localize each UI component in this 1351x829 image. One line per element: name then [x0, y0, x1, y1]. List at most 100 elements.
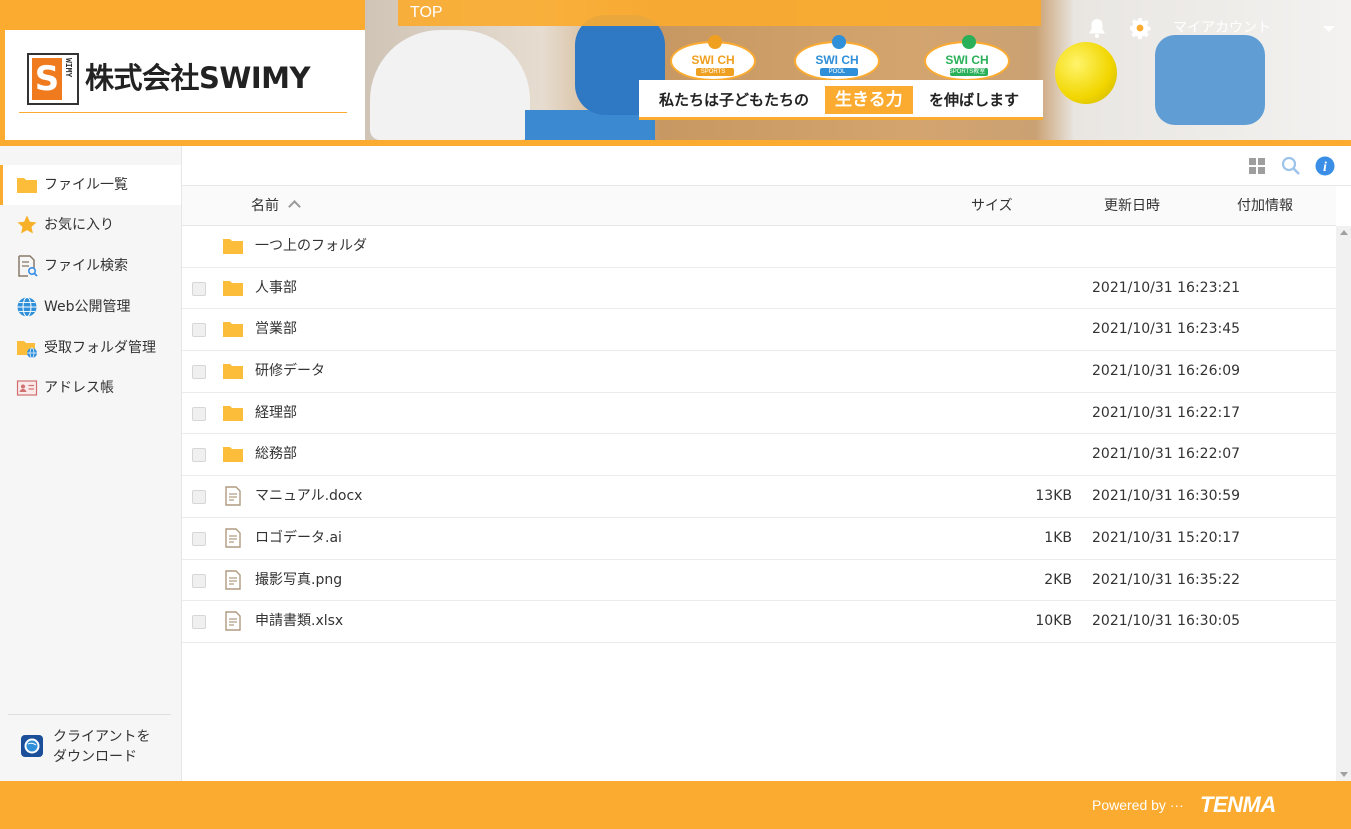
table-row[interactable]: 申請書類.xlsx 10KB 2021/10/31 16:30:05	[182, 601, 1336, 643]
logo-mark: S WIMY	[27, 53, 79, 105]
banner-photo-child	[1155, 35, 1265, 125]
scroll-down-arrow-icon[interactable]	[1340, 772, 1348, 777]
file-updated: 2021/10/31 16:22:07	[1092, 446, 1241, 463]
download-client-link[interactable]: クライアントを ダウンロード	[8, 714, 171, 780]
header: S WIMY 株式会社SWIMY TOP SWI CH SPORTS SWI C…	[0, 0, 1351, 146]
toolbar: i	[182, 146, 1351, 186]
row-checkbox[interactable]	[192, 573, 206, 588]
sidebar-item-web-publish[interactable]: Web公開管理	[0, 287, 181, 327]
column-header-name[interactable]: 名前	[251, 196, 279, 216]
file-name[interactable]: 撮影写真.png	[255, 570, 342, 590]
row-checkbox[interactable]	[192, 615, 206, 630]
row-checkbox[interactable]	[192, 531, 206, 546]
tenma-logo[interactable]: TENMA	[1200, 790, 1276, 820]
column-header-updated[interactable]: 更新日時	[1104, 196, 1160, 216]
sidebar-item-file-list[interactable]: ファイル一覧	[0, 165, 181, 205]
table-row[interactable]: 撮影写真.png 2KB 2021/10/31 16:35:22	[182, 560, 1336, 602]
file-name[interactable]: 研修データ	[255, 361, 325, 381]
table-row-parent-folder[interactable]: 一つ上のフォルダ	[182, 226, 1336, 268]
table-row[interactable]: 経理部 2021/10/31 16:22:17	[182, 393, 1336, 435]
globe-icon	[17, 297, 37, 317]
table-row[interactable]: ロゴデータ.ai 1KB 2021/10/31 15:20:17	[182, 518, 1336, 560]
file-list: 一つ上のフォルダ 人事部 2021/10/31 16:23:21 営業部 202…	[182, 226, 1336, 643]
grid-view-icon[interactable]	[1247, 156, 1267, 176]
file-list-panel: i 名前 サイズ 更新日時 付加情報 一つ上のフォルダ 人事部 2021/10/…	[182, 146, 1351, 781]
file-size: 10KB	[1035, 613, 1072, 630]
sidebar-item-label: ファイル一覧	[44, 177, 128, 193]
file-name[interactable]: 一つ上のフォルダ	[255, 236, 367, 256]
table-row[interactable]: 研修データ 2021/10/31 16:26:09	[182, 351, 1336, 393]
scroll-up-arrow-icon[interactable]	[1340, 230, 1348, 235]
chevron-down-icon[interactable]	[1323, 26, 1335, 32]
table-row[interactable]: マニュアル.docx 13KB 2021/10/31 16:30:59	[182, 476, 1336, 518]
document-icon	[225, 611, 241, 631]
file-updated: 2021/10/31 16:30:59	[1092, 488, 1241, 505]
sidebar-item-address-book[interactable]: アドレス帳	[0, 368, 181, 408]
footer: Powered by ··· TENMA	[0, 781, 1351, 829]
sidebar-item-file-search[interactable]: ファイル検索	[0, 246, 181, 286]
banner-photo-ball	[1055, 42, 1117, 104]
table-header: 名前 サイズ 更新日時 付加情報	[182, 186, 1336, 226]
table-row[interactable]: 総務部 2021/10/31 16:22:07	[182, 434, 1336, 477]
info-icon[interactable]: i	[1315, 156, 1335, 176]
gear-icon[interactable]	[1128, 16, 1152, 40]
table-row[interactable]: 人事部 2021/10/31 16:23:21	[182, 268, 1336, 310]
sidebar-item-label: 受取フォルダ管理	[44, 340, 156, 356]
search-icon[interactable]	[1281, 156, 1301, 176]
folder-icon	[223, 364, 243, 380]
file-updated: 2021/10/31 16:26:09	[1092, 363, 1241, 380]
row-checkbox[interactable]	[192, 448, 206, 463]
folder-icon	[17, 178, 37, 193]
document-icon	[225, 528, 241, 548]
row-checkbox[interactable]	[192, 323, 206, 338]
column-header-size[interactable]: サイズ	[971, 196, 1013, 216]
row-checkbox[interactable]	[192, 365, 206, 380]
row-checkbox[interactable]	[192, 406, 206, 421]
vertical-scrollbar[interactable]	[1336, 226, 1351, 781]
folder-icon	[223, 239, 243, 254]
sidebar-item-receive-folder[interactable]: 受取フォルダ管理	[0, 328, 181, 368]
logo-underline	[19, 112, 347, 113]
logo-vertical-text: WIMY	[64, 58, 73, 78]
file-updated: 2021/10/31 16:35:22	[1092, 571, 1241, 588]
file-updated: 2021/10/31 15:20:17	[1092, 529, 1241, 546]
switch-school-badge: SWI CH SPORTS教室	[924, 35, 1010, 81]
file-size: 2KB	[1044, 571, 1072, 588]
file-name[interactable]: 人事部	[255, 278, 297, 298]
sort-ascending-icon[interactable]	[288, 200, 301, 213]
breadcrumb-top[interactable]: TOP	[410, 3, 443, 23]
bell-icon[interactable]	[1085, 16, 1109, 40]
folder-icon	[223, 280, 243, 296]
file-name[interactable]: 申請書類.xlsx	[255, 611, 343, 631]
sidebar-item-label: アドレス帳	[44, 380, 114, 396]
sidebar-item-favorites[interactable]: お気に入り	[0, 205, 181, 245]
file-name[interactable]: 総務部	[255, 444, 297, 464]
account-menu[interactable]: マイアカウント	[1173, 18, 1271, 38]
document-icon	[225, 569, 241, 590]
svg-text:i: i	[1323, 160, 1327, 175]
company-name: 株式会社SWIMY	[85, 61, 311, 95]
file-size: 13KB	[1035, 488, 1072, 505]
file-name[interactable]: マニュアル.docx	[255, 486, 362, 506]
file-updated: 2021/10/31 16:22:17	[1092, 404, 1241, 421]
company-logo[interactable]: S WIMY 株式会社SWIMY	[5, 30, 365, 140]
file-search-icon	[18, 255, 38, 277]
sidebar-item-label: お気に入り	[44, 217, 114, 233]
file-name[interactable]: 経理部	[255, 403, 297, 423]
breadcrumb[interactable]: TOP	[398, 0, 1041, 26]
file-updated: 2021/10/31 16:23:21	[1092, 279, 1241, 296]
sidebar: ファイル一覧 お気に入り ファイル検索 Web公開管理 受取フォルダ管理 アドレ…	[0, 146, 182, 781]
powered-by-label: Powered by ···	[1092, 797, 1184, 813]
receive-folder-icon	[17, 341, 37, 359]
sidebar-item-label: Web公開管理	[44, 299, 131, 315]
switch-sports-badge: SWI CH SPORTS	[670, 35, 756, 81]
column-header-extra[interactable]: 付加情報	[1237, 196, 1293, 216]
switch-pool-badge: SWI CH POOL	[794, 35, 880, 81]
table-row[interactable]: 営業部 2021/10/31 16:23:45	[182, 309, 1336, 352]
file-name[interactable]: ロゴデータ.ai	[255, 528, 342, 548]
row-checkbox[interactable]	[192, 281, 206, 296]
row-checkbox[interactable]	[192, 490, 206, 505]
banner-tagline: 私たちは子どもたちの 生きる力 を伸ばします	[639, 80, 1043, 120]
file-name[interactable]: 営業部	[255, 319, 297, 339]
file-size: 1KB	[1044, 529, 1072, 546]
